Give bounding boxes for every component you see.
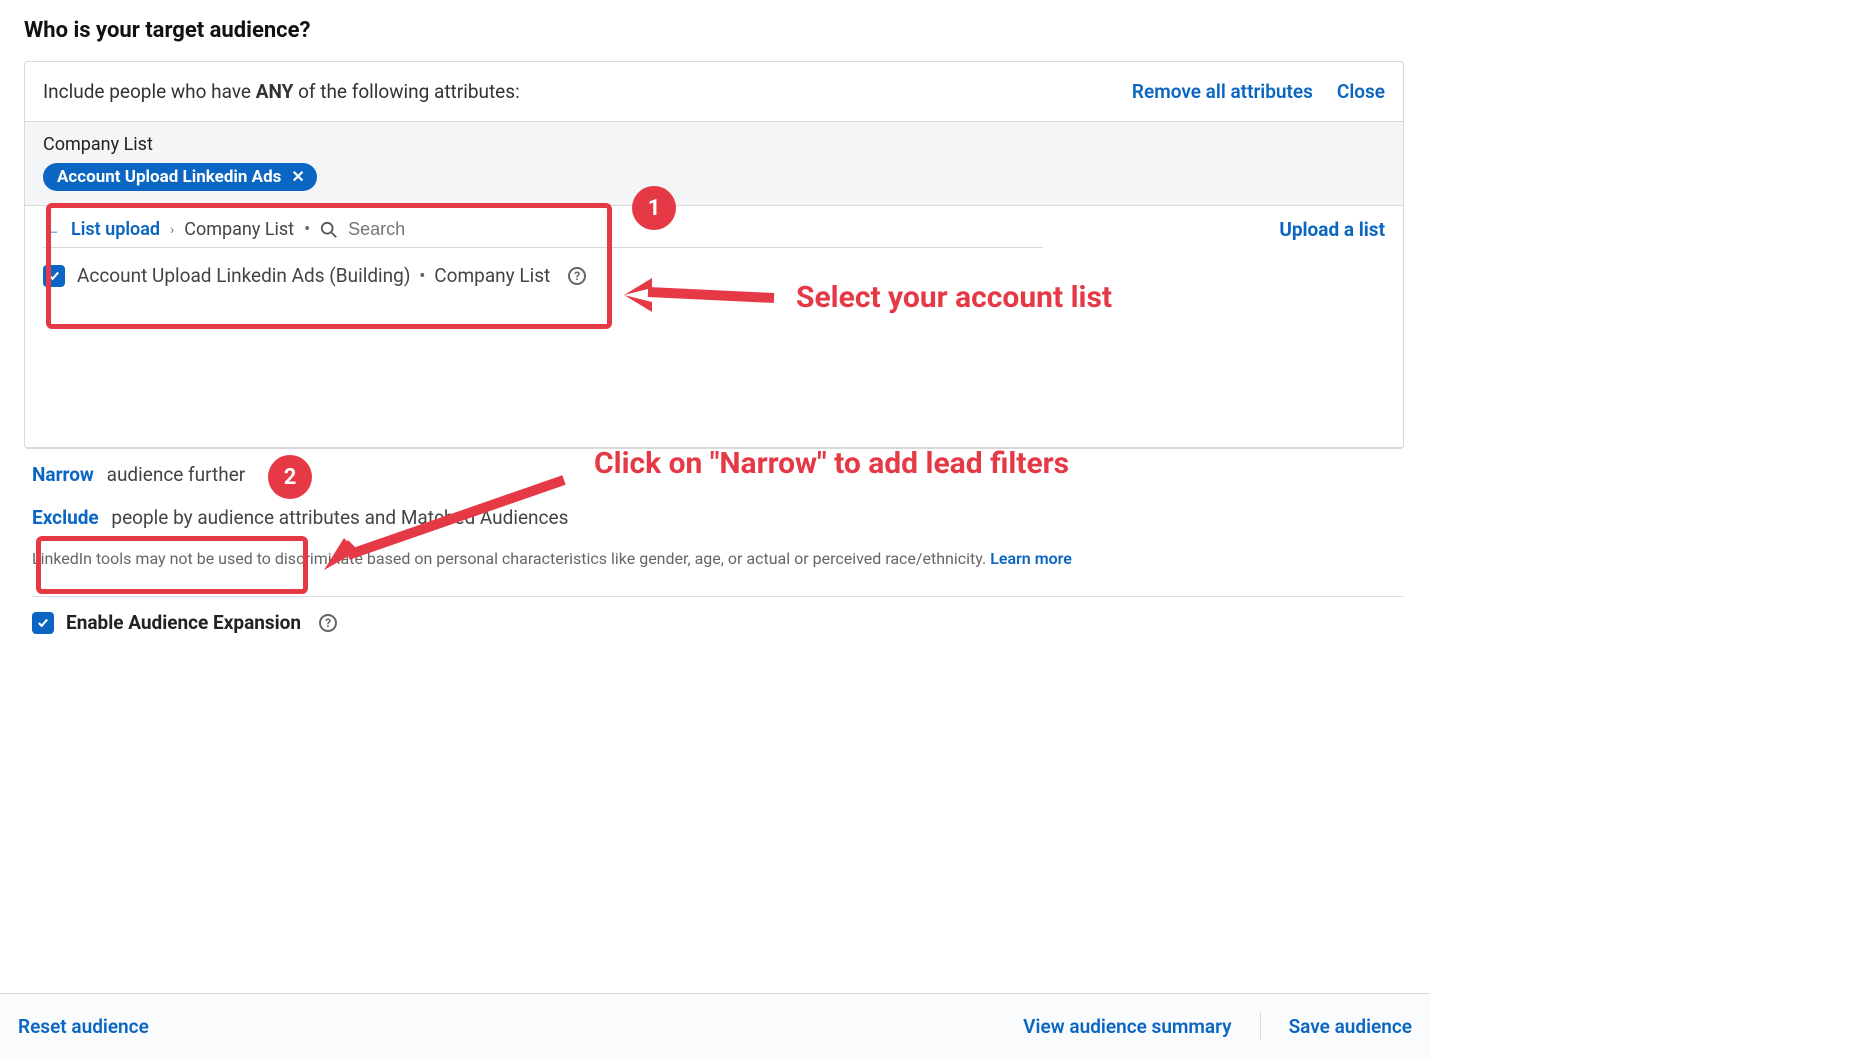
expansion-row: Enable Audience Expansion ?	[32, 596, 1404, 634]
exclude-text: people by audience attributes and Matche…	[111, 506, 568, 529]
narrow-text: audience further	[107, 463, 246, 486]
include-bold: ANY	[256, 80, 294, 103]
list-option-row[interactable]: Account Upload Linkedin Ads (Building) •…	[43, 248, 1385, 287]
divider	[43, 247, 1043, 248]
section-title: Who is your target audience?	[24, 0, 1454, 61]
option-text: Account Upload Linkedin Ads (Building) •…	[77, 264, 550, 287]
list-upload-section: ← List upload › Company List • Upload a …	[25, 206, 1403, 448]
crumb-list-upload[interactable]: List upload	[71, 219, 160, 240]
view-summary-button[interactable]: View audience summary	[1023, 1015, 1231, 1038]
include-text: Include people who have ANY of the follo…	[43, 80, 520, 103]
attribute-block: Company List Account Upload Linkedin Ads…	[25, 122, 1403, 206]
search-input[interactable]	[348, 219, 808, 240]
card-header: Include people who have ANY of the follo…	[25, 62, 1403, 122]
chevron-right-icon: ›	[170, 222, 174, 238]
narrow-keyword: Narrow	[32, 463, 94, 486]
chip-remove-icon[interactable]: ✕	[289, 169, 306, 185]
chip-label: Account Upload Linkedin Ads	[57, 167, 281, 187]
breadcrumb-row: ← List upload › Company List • Upload a …	[43, 218, 1385, 247]
footer-right: View audience summary Save audience	[1023, 1012, 1412, 1040]
attribute-label: Company List	[43, 134, 1385, 155]
expansion-help-icon[interactable]: ?	[319, 614, 337, 632]
breadcrumb: ← List upload › Company List •	[43, 219, 808, 240]
exclude-keyword: Exclude	[32, 506, 99, 529]
reset-audience-button[interactable]: Reset audience	[18, 1015, 149, 1038]
audience-card: Include people who have ANY of the follo…	[24, 61, 1404, 449]
back-icon[interactable]: ←	[43, 219, 61, 240]
attribute-chip[interactable]: Account Upload Linkedin Ads ✕	[43, 163, 317, 191]
option-label: Account Upload Linkedin Ads (Building)	[77, 264, 410, 287]
exclude-row[interactable]: Exclude people by audience attributes an…	[32, 496, 1404, 539]
crumb-company-list: Company List	[184, 219, 294, 240]
card-header-actions: Remove all attributes Close	[1132, 80, 1385, 103]
include-suffix: of the following attributes:	[293, 80, 519, 103]
narrow-row[interactable]: Narrow audience further	[32, 453, 1404, 496]
expansion-checkbox[interactable]	[32, 612, 54, 634]
divider	[1260, 1012, 1261, 1040]
disclaimer-text: LinkedIn tools may not be used to discri…	[32, 549, 990, 568]
option-checkbox[interactable]	[43, 265, 65, 287]
footer-left: Reset audience	[18, 1015, 149, 1038]
option-type: Company List	[434, 264, 550, 287]
expansion-label: Enable Audience Expansion	[66, 611, 301, 634]
help-icon[interactable]: ?	[568, 267, 586, 285]
search-icon	[320, 221, 338, 239]
bullet: •	[419, 264, 425, 287]
below-card: Narrow audience further Exclude people b…	[24, 449, 1404, 634]
save-audience-button[interactable]: Save audience	[1289, 1015, 1412, 1038]
footer: Reset audience View audience summary Sav…	[0, 993, 1430, 1058]
disclaimer: LinkedIn tools may not be used to discri…	[32, 539, 1404, 586]
include-prefix: Include people who have	[43, 80, 256, 103]
learn-more-link[interactable]: Learn more	[990, 549, 1072, 568]
close-button[interactable]: Close	[1337, 80, 1385, 103]
remove-all-button[interactable]: Remove all attributes	[1132, 80, 1313, 103]
upload-list-button[interactable]: Upload a list	[1279, 218, 1385, 241]
